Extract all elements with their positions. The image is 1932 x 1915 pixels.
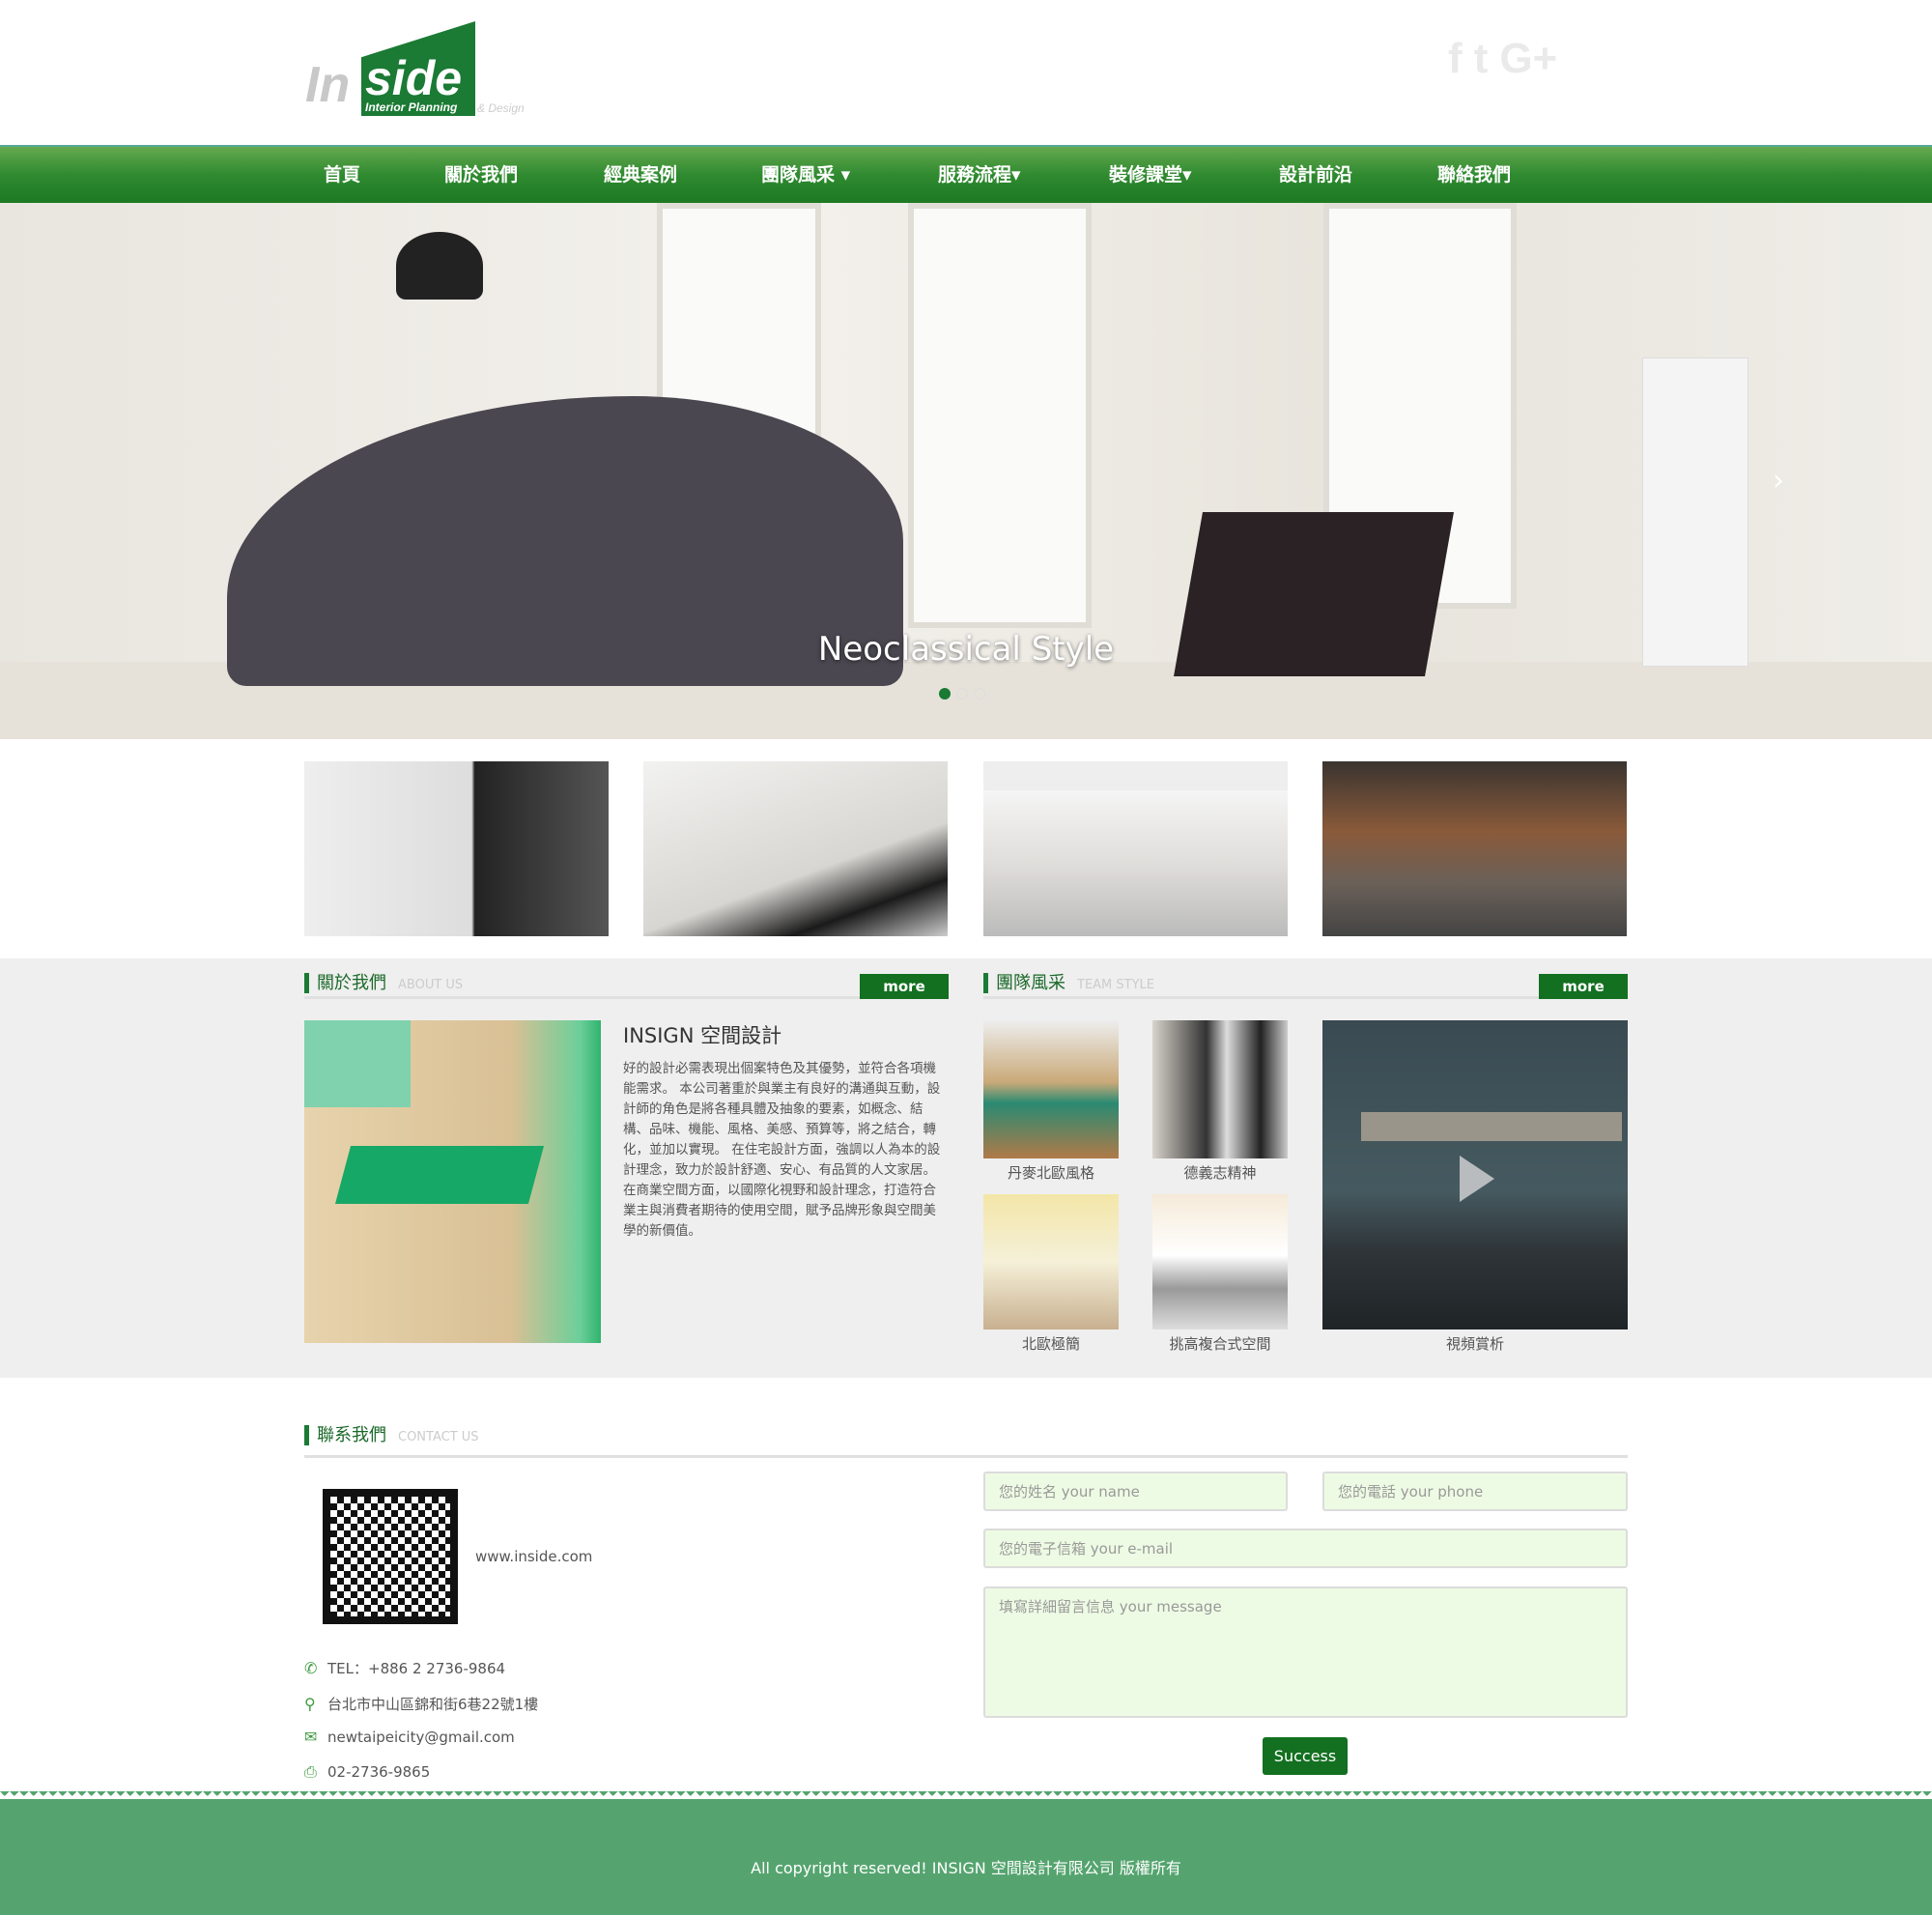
copyright-text: All copyright reserved! INSIGN 空間設計有限公司 … xyxy=(751,1859,1181,1877)
about-image-table xyxy=(334,1146,545,1204)
about-more-button[interactable]: more xyxy=(860,974,949,999)
qr-code xyxy=(323,1489,458,1624)
info-section xyxy=(0,958,1932,1378)
thumbnail-2[interactable] xyxy=(643,761,948,936)
main-nav: 首頁 關於我們 經典案例 團隊風采 ▾ 服務流程▾ 裝修課堂▾ 設計前沿 聯絡我… xyxy=(0,145,1932,203)
nav-team[interactable]: 團隊風采 ▾ xyxy=(761,147,938,203)
about-content: INSIGN 空間設計 好的設計必需表現出個案特色及其優勢，並符合各項機能需求。… xyxy=(623,1020,947,1242)
nav-about[interactable]: 關於我們 xyxy=(444,147,604,203)
about-body: 好的設計必需表現出個案特色及其優勢，並符合各項機能需求。 本公司著重於與業主有良… xyxy=(623,1061,941,1239)
address-info: ⚲ 台北市中山區錦和街6巷22號1樓 xyxy=(304,1694,538,1714)
website-link[interactable]: www.inside.com xyxy=(475,1548,592,1565)
name-input[interactable]: 您的姓名 your name xyxy=(983,1472,1288,1511)
hero-sculpture xyxy=(1642,357,1748,667)
logo-text-side: side xyxy=(365,51,463,105)
twitter-icon[interactable]: t xyxy=(1474,35,1489,83)
nav-classroom[interactable]: 裝修課堂▾ xyxy=(1109,147,1279,203)
team-subtitle: TEAM STYLE xyxy=(1077,978,1154,992)
team-caption: 德義志精神 xyxy=(1183,1164,1257,1182)
slider-dot[interactable] xyxy=(974,688,985,700)
video-thumbnail[interactable] xyxy=(1322,1020,1628,1329)
nav-frontier[interactable]: 設計前沿 xyxy=(1279,147,1437,203)
team-image-2[interactable] xyxy=(1152,1020,1288,1158)
about-image-board xyxy=(304,1020,411,1107)
logo-subtitle: Interior Planning xyxy=(365,100,458,114)
team-image-4[interactable] xyxy=(1152,1194,1288,1329)
fax-text: 02-2736-9865 xyxy=(327,1763,431,1781)
team-title: 團隊風采 xyxy=(983,973,1065,993)
facebook-icon[interactable]: f xyxy=(1448,35,1463,83)
nav-contact[interactable]: 聯絡我們 xyxy=(1437,147,1511,203)
team-image-1[interactable] xyxy=(983,1020,1119,1158)
chevron-right-icon[interactable]: › xyxy=(1773,464,1784,498)
team-header: 團隊風采 TEAM STYLE xyxy=(983,973,1628,999)
contact-header: 聯系我們 CONTACT US xyxy=(304,1425,1628,1458)
thumbnail-1[interactable] xyxy=(304,761,609,936)
slider-dots xyxy=(939,688,985,700)
team-image-3[interactable] xyxy=(983,1194,1119,1329)
team-more-button[interactable]: more xyxy=(1539,974,1628,999)
social-links: f t G+ xyxy=(1448,35,1557,83)
team-caption: 丹麥北歐風格 xyxy=(1007,1164,1094,1182)
phone-icon: ✆ xyxy=(304,1659,318,1677)
contact-title: 聯系我們 xyxy=(304,1425,386,1445)
hero-slider[interactable]: Neoclassical Style › xyxy=(0,203,1932,739)
about-header: 關於我們 ABOUT US xyxy=(304,973,949,999)
nav-home[interactable]: 首頁 xyxy=(324,147,444,203)
about-subtitle: ABOUT US xyxy=(398,978,464,992)
hero-lamp xyxy=(396,232,483,300)
nav-service[interactable]: 服務流程▾ xyxy=(938,147,1109,203)
video-shelf xyxy=(1361,1112,1622,1141)
hero-caption: Neoclassical Style xyxy=(817,630,1115,669)
printer-icon: ⎙ xyxy=(304,1762,317,1781)
envelope-icon: ✉ xyxy=(304,1728,318,1746)
slider-dot[interactable] xyxy=(956,688,968,700)
logo-text-in: In xyxy=(305,57,351,113)
email-input[interactable]: 您的電子信箱 your e-mail xyxy=(983,1529,1628,1568)
logo-subtitle-2: & Design xyxy=(477,101,525,115)
phone-input[interactable]: 您的電話 your phone xyxy=(1322,1472,1628,1511)
nav-cases[interactable]: 經典案例 xyxy=(604,147,761,203)
play-icon[interactable] xyxy=(1460,1156,1494,1202)
hero-door xyxy=(908,203,1092,628)
map-pin-icon: ⚲ xyxy=(304,1695,316,1713)
contact-subtitle: CONTACT US xyxy=(398,1430,479,1444)
video-caption: 視頻賞析 xyxy=(1445,1335,1504,1353)
about-heading: INSIGN 空間設計 xyxy=(623,1024,782,1047)
tel-info: ✆ TEL：+886 2 2736-9864 xyxy=(304,1658,505,1678)
thumbnail-3[interactable] xyxy=(983,761,1288,936)
email-text[interactable]: newtaipeicity@gmail.com xyxy=(327,1729,515,1746)
message-textarea[interactable]: 填寫詳細留言信息 your message xyxy=(983,1586,1628,1718)
thumbnail-4[interactable] xyxy=(1322,761,1627,936)
logo[interactable]: In side Interior Planning & Design xyxy=(305,21,537,118)
team-caption: 挑高複合式空間 xyxy=(1169,1335,1271,1353)
submit-button[interactable]: Success xyxy=(1263,1737,1348,1775)
about-image xyxy=(304,1020,601,1343)
fax-info: ⎙ 02-2736-9865 xyxy=(304,1762,430,1782)
email-info: ✉ newtaipeicity@gmail.com xyxy=(304,1728,515,1746)
team-caption: 北歐極簡 xyxy=(1021,1335,1080,1353)
slider-dot[interactable] xyxy=(939,688,951,700)
tel-text: TEL：+886 2 2736-9864 xyxy=(327,1660,506,1677)
about-title: 關於我們 xyxy=(304,973,386,993)
address-text: 台北市中山區錦和街6巷22號1樓 xyxy=(327,1696,539,1713)
google-plus-icon[interactable]: G+ xyxy=(1499,35,1557,83)
